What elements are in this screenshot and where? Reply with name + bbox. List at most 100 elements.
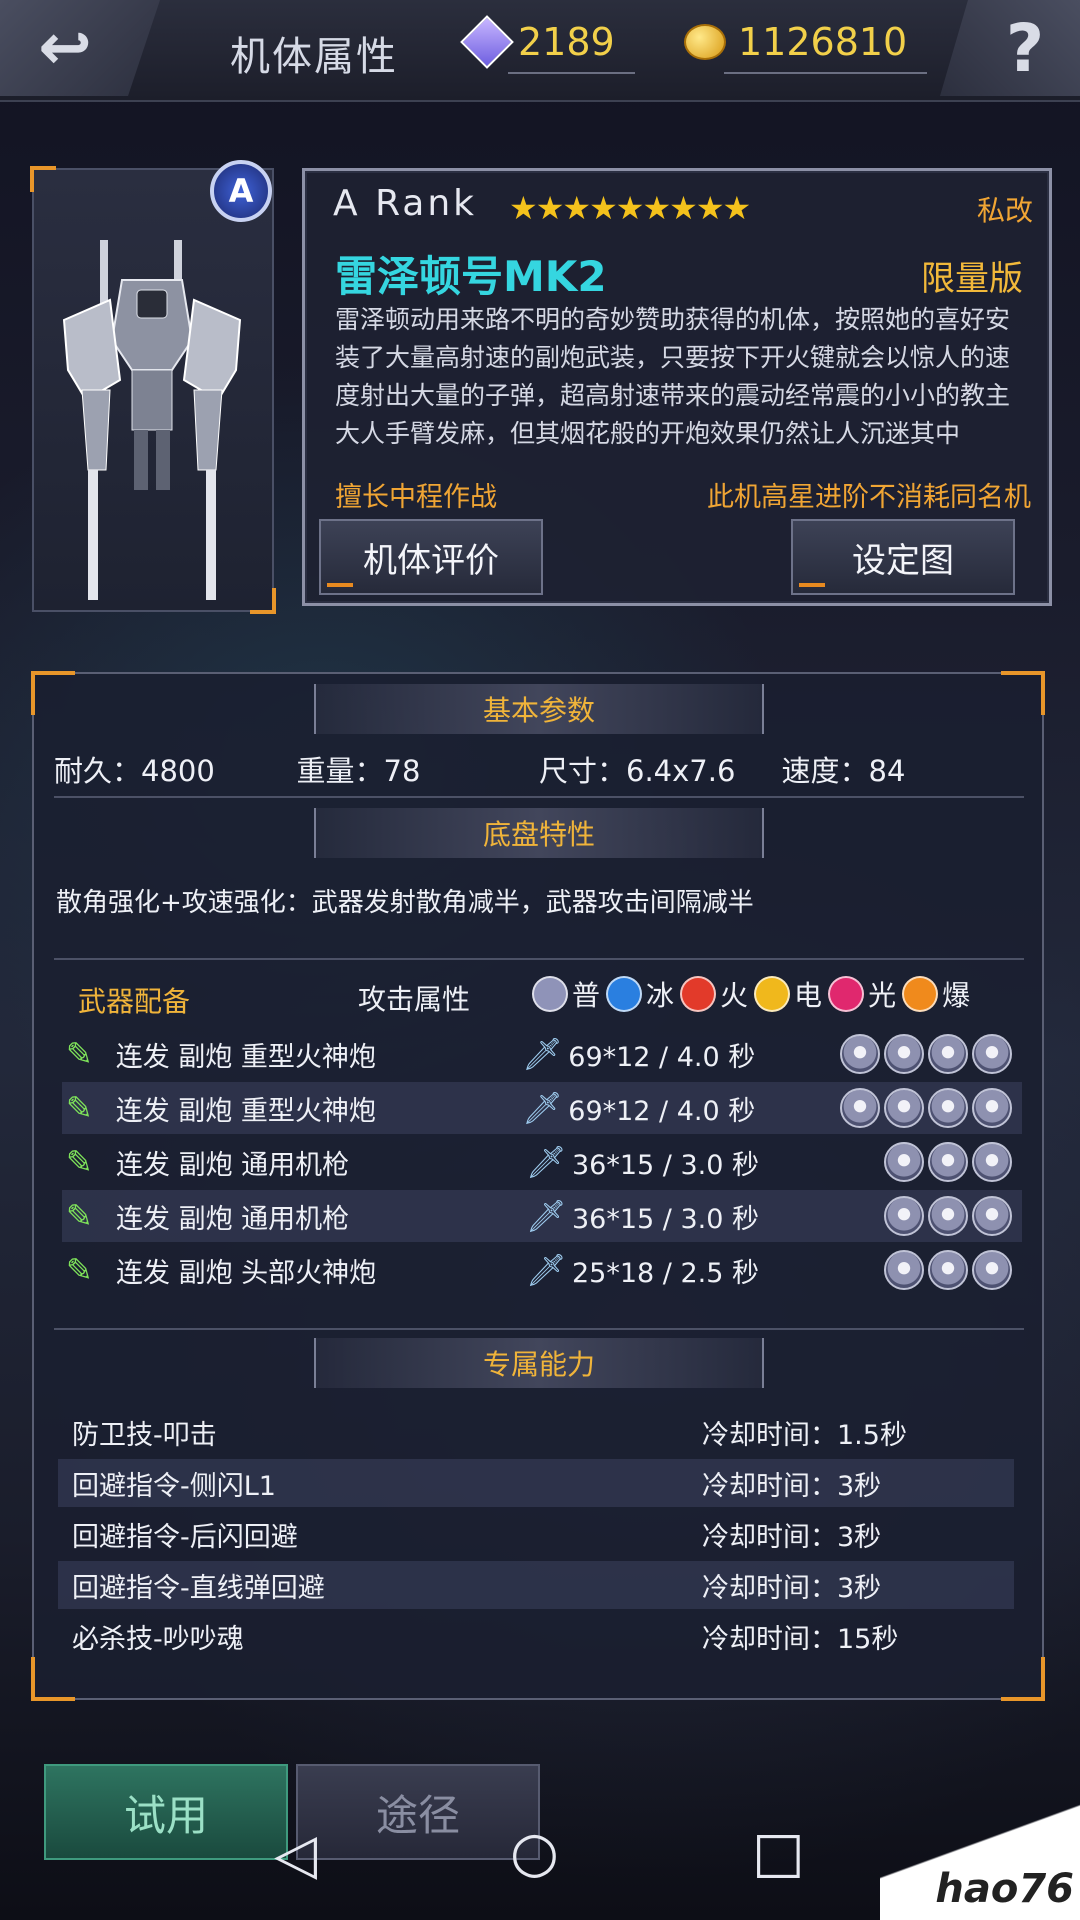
help-button[interactable]: ?	[940, 0, 1080, 96]
weapon-slots	[842, 1196, 1022, 1236]
weapon-damage: 25*18 / 2.5 秒	[572, 1257, 759, 1289]
weapon-icon: ✎	[66, 1089, 93, 1127]
slot-icon	[928, 1196, 968, 1236]
sword-icon: 🗡	[522, 1035, 563, 1073]
skill-name: 防卫技-叩击	[72, 1419, 217, 1451]
weapon-icon: ✎	[66, 1143, 93, 1181]
slot-icon	[972, 1250, 1012, 1290]
unit-info-panel: A Rank ★★★★★★★★★ 私改 雷泽顿号MK2 限量版 雷泽顿动用来路不…	[302, 168, 1052, 606]
weapon-name: 连发 副炮 通用机枪	[116, 1149, 350, 1181]
weapon-name: 连发 副炮 重型火神炮	[115, 1095, 376, 1127]
attr-label: 爆	[942, 979, 971, 1012]
slot-icon	[840, 1088, 880, 1128]
weight-stat: 重量：78	[296, 754, 421, 788]
skill-name: 回避指令-后闪回避	[72, 1521, 298, 1553]
gem-value: 2189	[518, 20, 615, 64]
slot-icon	[972, 1034, 1012, 1074]
attr-label: 普	[572, 979, 601, 1012]
coin-value: 1126810	[738, 20, 908, 64]
slot-icon	[928, 1034, 968, 1074]
weapon-row[interactable]: ✎ 连发 副炮 通用机枪 🗡 36*15 / 3.0 秒	[62, 1190, 1022, 1242]
sword-icon: 🗡	[526, 1251, 567, 1289]
slot-icon	[972, 1196, 1012, 1236]
slot-icon	[840, 1034, 880, 1074]
slot-icon	[884, 1034, 924, 1074]
attr-item: 火	[680, 974, 748, 1014]
attr-item: 光	[828, 974, 896, 1014]
skill-row[interactable]: 防卫技-叩击 冷却时间：1.5秒	[58, 1408, 1014, 1456]
weapon-icon: ✎	[66, 1035, 93, 1073]
durability-stat: 耐久：4800	[54, 754, 215, 788]
weapon-name: 连发 副炮 重型火神炮	[115, 1041, 376, 1073]
review-button[interactable]: 机体评价	[319, 519, 543, 595]
weapon-name: 连发 副炮 通用机枪	[116, 1203, 350, 1235]
attr-label: 电	[794, 979, 823, 1012]
weapon-damage: 36*15 / 3.0 秒	[572, 1203, 759, 1235]
skill-name: 回避指令-侧闪L1	[72, 1470, 276, 1502]
attr-icon	[754, 976, 791, 1012]
rank-badge: A	[210, 160, 272, 222]
chassis-text: 散角强化+攻速强化：武器发射散角减半，武器攻击间隔减半	[56, 888, 754, 918]
skill-row[interactable]: 回避指令-后闪回避 冷却时间：3秒	[58, 1510, 1014, 1558]
skill-cooldown: 冷却时间：3秒	[702, 1470, 882, 1502]
sword-icon: 🗡	[522, 1089, 563, 1127]
nav-back-icon[interactable]: ◁	[274, 1822, 317, 1887]
attr-item: 冰	[606, 974, 674, 1014]
sword-icon: 🗡	[526, 1143, 567, 1181]
advance-note: 此机高星进阶不消耗同名机	[707, 482, 1031, 513]
weapon-damage: 36*15 / 3.0 秒	[572, 1149, 759, 1181]
weapon-row[interactable]: ✎ 连发 副炮 重型火神炮 🗡 69*12 / 4.0 秒	[62, 1082, 1022, 1134]
skill-cooldown: 冷却时间：15秒	[702, 1623, 899, 1655]
weapon-slots	[842, 1142, 1022, 1182]
gem-icon	[460, 15, 514, 69]
attr-item: 电	[754, 974, 822, 1014]
unit-description[interactable]: 雷泽顿动用来路不明的奇妙赞助获得的机体，按照她的喜好安装了大量高射速的副炮武装，…	[335, 301, 1025, 461]
star-rating: ★★★★★★★★★	[509, 189, 751, 227]
unit-name: 雷泽顿号MK2	[335, 252, 607, 301]
slot-icon	[884, 1250, 924, 1290]
skill-row[interactable]: 回避指令-侧闪L1 冷却时间：3秒	[58, 1459, 1014, 1507]
weapon-row[interactable]: ✎ 连发 副炮 重型火神炮 🗡 69*12 / 4.0 秒	[62, 1028, 1022, 1080]
skill-cooldown: 冷却时间：3秒	[702, 1572, 882, 1604]
nav-home-icon[interactable]: ○	[510, 1820, 559, 1885]
chassis-heading: 底盘特性	[314, 808, 764, 858]
coin-counter: 1126810	[684, 14, 928, 74]
slot-icon	[884, 1142, 924, 1182]
basic-params-row: 耐久：4800 重量：78 尺寸：6.4x7.6 速度：84	[54, 748, 1024, 790]
limited-badge: 限量版	[921, 259, 1023, 299]
attr-icon	[828, 976, 865, 1012]
attr-icon	[532, 976, 568, 1012]
private-tag: 私改	[976, 194, 1033, 227]
skill-cooldown: 冷却时间：3秒	[702, 1521, 882, 1553]
weapon-row[interactable]: ✎ 连发 副炮 头部火神炮 🗡 25*18 / 2.5 秒	[62, 1244, 1022, 1296]
weapon-row[interactable]: ✎ 连发 副炮 通用机枪 🗡 36*15 / 3.0 秒	[62, 1136, 1022, 1188]
attr-icon	[680, 976, 717, 1012]
speed-stat: 速度：84	[781, 754, 906, 788]
weapon-icon: ✎	[66, 1251, 93, 1289]
attack-attr-heading: 攻击属性	[358, 983, 471, 1016]
size-stat: 尺寸：6.4x7.6	[539, 754, 736, 788]
slot-icon	[884, 1088, 924, 1128]
top-bar: ↩ 机体属性 2189 1126810 ?	[0, 0, 1080, 102]
skill-row[interactable]: 回避指令-直线弹回避 冷却时间：3秒	[58, 1561, 1014, 1609]
skill-row[interactable]: 必杀技-吵吵魂 冷却时间：15秒	[58, 1612, 1014, 1660]
attr-item: 爆	[902, 974, 970, 1014]
slot-icon	[928, 1088, 968, 1128]
slot-icon	[884, 1196, 924, 1236]
nav-recent-icon[interactable]: □	[752, 1820, 805, 1885]
question-icon: ?	[1005, 9, 1045, 87]
skill-name: 必杀技-吵吵魂	[72, 1623, 244, 1655]
attr-icon	[606, 976, 643, 1012]
slot-icon	[972, 1142, 1012, 1182]
design-button[interactable]: 设定图	[791, 519, 1015, 595]
weapon-name: 连发 副炮 头部火神炮	[116, 1257, 377, 1289]
attr-icon	[902, 976, 939, 1012]
back-button[interactable]: ↩	[0, 0, 160, 96]
stats-panel: 基本参数 耐久：4800 重量：78 尺寸：6.4x7.6 速度：84 底盘特性…	[31, 671, 1045, 1701]
slot-icon	[928, 1142, 968, 1182]
gem-counter: 2189	[460, 14, 635, 74]
page-title: 机体属性	[230, 34, 398, 80]
slot-icon	[928, 1250, 968, 1290]
sword-icon: 🗡	[526, 1197, 567, 1235]
attr-label: 光	[868, 979, 897, 1012]
